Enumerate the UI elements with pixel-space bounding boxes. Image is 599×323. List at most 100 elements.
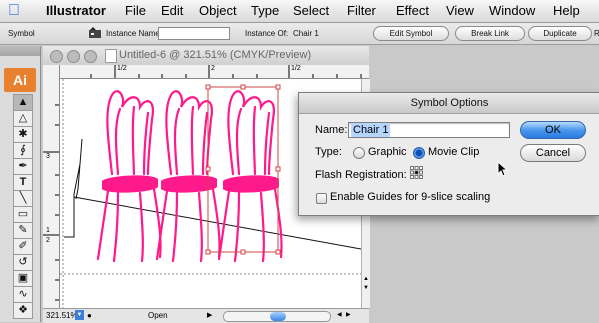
tools-panel: Ai ▲ △ ✱ ∮ ✒ T ╲ ▭ ✎ ✐ ↺ ▣ ∿ ❖ xyxy=(0,46,41,322)
menu-edit[interactable]: Edit xyxy=(161,3,183,19)
rectangle-tool-icon[interactable]: ▭ xyxy=(13,206,33,223)
chair-frame xyxy=(252,105,257,176)
enable-guides-checkbox[interactable] xyxy=(316,193,327,204)
chair-1 xyxy=(96,90,162,263)
instance-of-value: Chair 1 xyxy=(293,29,319,38)
enable-guides-label[interactable]: Enable Guides for 9-slice scaling xyxy=(330,191,490,203)
symbol-sprayer-tool-icon[interactable]: ❖ xyxy=(13,302,33,319)
status-text: Open xyxy=(148,311,168,320)
menu-filter[interactable]: Filter xyxy=(347,3,376,19)
selection-type-label: Symbol xyxy=(8,29,35,38)
instance-of-label: Instance Of: xyxy=(245,29,289,38)
cut-off-button-label[interactable]: R xyxy=(594,29,599,38)
menu-help[interactable]: Help xyxy=(553,3,580,19)
document-status-bar: 321.51% ▼ ● Open ▶ ◀ ▶ xyxy=(43,308,369,323)
magic-wand-tool-icon[interactable]: ✱ xyxy=(13,126,33,143)
chair-frame xyxy=(138,191,144,263)
chair-frame xyxy=(259,191,265,263)
version-cue-icon[interactable]: ● xyxy=(87,311,92,320)
selection-tool-icon[interactable]: ▲ xyxy=(13,94,33,111)
chair-frame xyxy=(131,105,136,176)
background-line-art xyxy=(64,138,83,238)
chair-frame xyxy=(112,191,120,263)
horizontal-ruler[interactable]: 1/2 2 1/2 xyxy=(59,65,369,79)
type-label: Type: xyxy=(315,146,342,158)
chair-2 xyxy=(155,90,221,263)
chair-frame xyxy=(114,107,122,176)
horizontal-scroll-thumb[interactable] xyxy=(270,312,286,321)
menu-type[interactable]: Type xyxy=(251,3,279,19)
movie-clip-radio-label[interactable]: Movie Clip xyxy=(428,146,479,158)
horizontal-ruler-ticks xyxy=(90,65,362,78)
scale-tool-icon[interactable]: ▣ xyxy=(13,270,33,287)
chair-frame xyxy=(171,191,179,263)
graphic-radio-label[interactable]: Graphic xyxy=(368,146,407,158)
duplicate-button[interactable]: Duplicate xyxy=(528,26,592,41)
symbol-options-dialog: Symbol Options Name: Chair 1 OK Type: Gr… xyxy=(298,92,599,216)
zoom-window-icon[interactable] xyxy=(84,50,97,63)
menu-select[interactable]: Select xyxy=(293,3,329,19)
direct-selection-tool-icon[interactable]: △ xyxy=(13,110,33,127)
instance-name-label: Instance Name: xyxy=(106,29,163,38)
graphic-radio[interactable] xyxy=(353,147,365,159)
chair-frame xyxy=(233,191,241,263)
zoom-level-field[interactable]: 321.51% xyxy=(46,311,78,320)
illustrator-logo: Ai xyxy=(4,68,36,92)
chair-3 xyxy=(217,90,283,263)
chair-frame xyxy=(190,105,195,176)
symbol-name-value: Chair 1 xyxy=(351,123,391,137)
menu-window[interactable]: Window xyxy=(489,3,535,19)
menu-effect[interactable]: Effect xyxy=(396,3,429,19)
scroll-left-arrow-icon[interactable]: ◀ xyxy=(337,311,342,318)
chair-frame xyxy=(173,107,181,176)
document-icon xyxy=(105,49,117,63)
apple-menu-icon[interactable]:  xyxy=(8,2,24,20)
scroll-down-arrow-icon[interactable]: ▼ xyxy=(362,284,370,292)
menu-app-name[interactable]: Illustrator xyxy=(46,3,106,19)
flash-registration-label: Flash Registration: xyxy=(315,169,407,181)
line-tool-icon[interactable]: ╲ xyxy=(13,190,33,207)
scroll-right-arrow-icon[interactable]: ▶ xyxy=(346,311,351,318)
type-tool-icon[interactable]: T xyxy=(13,174,33,191)
vertical-ruler[interactable]: 3 1 2 xyxy=(43,65,60,315)
horizontal-scrollbar[interactable] xyxy=(223,311,331,322)
instance-name-input[interactable] xyxy=(158,27,230,40)
movie-clip-radio[interactable] xyxy=(413,147,425,159)
document-title-bar[interactable]: Untitled-6 @ 321.51% (CMYK/Preview) xyxy=(43,46,369,66)
symbol-icon xyxy=(89,27,101,38)
chair-seat xyxy=(102,175,158,193)
name-label: Name: xyxy=(315,124,348,136)
rotate-tool-icon[interactable]: ↺ xyxy=(13,254,33,271)
scroll-up-arrow-icon[interactable]: ▲ xyxy=(362,275,370,283)
registration-grid-icon[interactable] xyxy=(410,166,423,179)
mouse-cursor-icon xyxy=(497,161,509,177)
menu-bar:  Illustrator File Edit Object Type Sele… xyxy=(0,0,599,23)
cancel-button[interactable]: Cancel xyxy=(520,144,586,162)
chair-frame xyxy=(197,191,203,263)
control-bar: Symbol Instance Name: Instance Of: Chair… xyxy=(0,23,599,45)
paintbrush-tool-icon[interactable]: ✎ xyxy=(13,222,33,239)
pencil-tool-icon[interactable]: ✐ xyxy=(13,238,33,255)
dialog-title[interactable]: Symbol Options xyxy=(299,93,599,114)
edit-symbol-button[interactable]: Edit Symbol xyxy=(373,26,449,41)
ok-button[interactable]: OK xyxy=(520,121,586,139)
pen-tool-icon[interactable]: ✒ xyxy=(13,158,33,175)
symbol-name-input[interactable]: Chair 1 xyxy=(348,122,510,138)
menu-file[interactable]: File xyxy=(125,3,146,19)
close-window-icon[interactable] xyxy=(50,50,63,63)
menu-object[interactable]: Object xyxy=(199,3,237,19)
warp-tool-icon[interactable]: ∿ xyxy=(13,286,33,303)
menu-view[interactable]: View xyxy=(446,3,474,19)
chair-seat xyxy=(223,175,279,193)
document-title: Untitled-6 @ 321.51% (CMYK/Preview) xyxy=(119,49,312,61)
chair-group xyxy=(96,90,283,263)
status-menu-arrow-icon[interactable]: ▶ xyxy=(207,311,212,319)
chair-frame xyxy=(235,107,243,176)
lasso-tool-icon[interactable]: ∮ xyxy=(13,142,33,159)
minimize-window-icon[interactable] xyxy=(67,50,80,63)
tools-panel-grip[interactable] xyxy=(0,46,40,56)
vertical-ruler-ticks xyxy=(43,104,59,301)
zoom-menu-arrow-icon[interactable]: ▼ xyxy=(75,310,84,320)
chair-seat xyxy=(161,175,217,193)
break-link-button[interactable]: Break Link xyxy=(455,26,525,41)
